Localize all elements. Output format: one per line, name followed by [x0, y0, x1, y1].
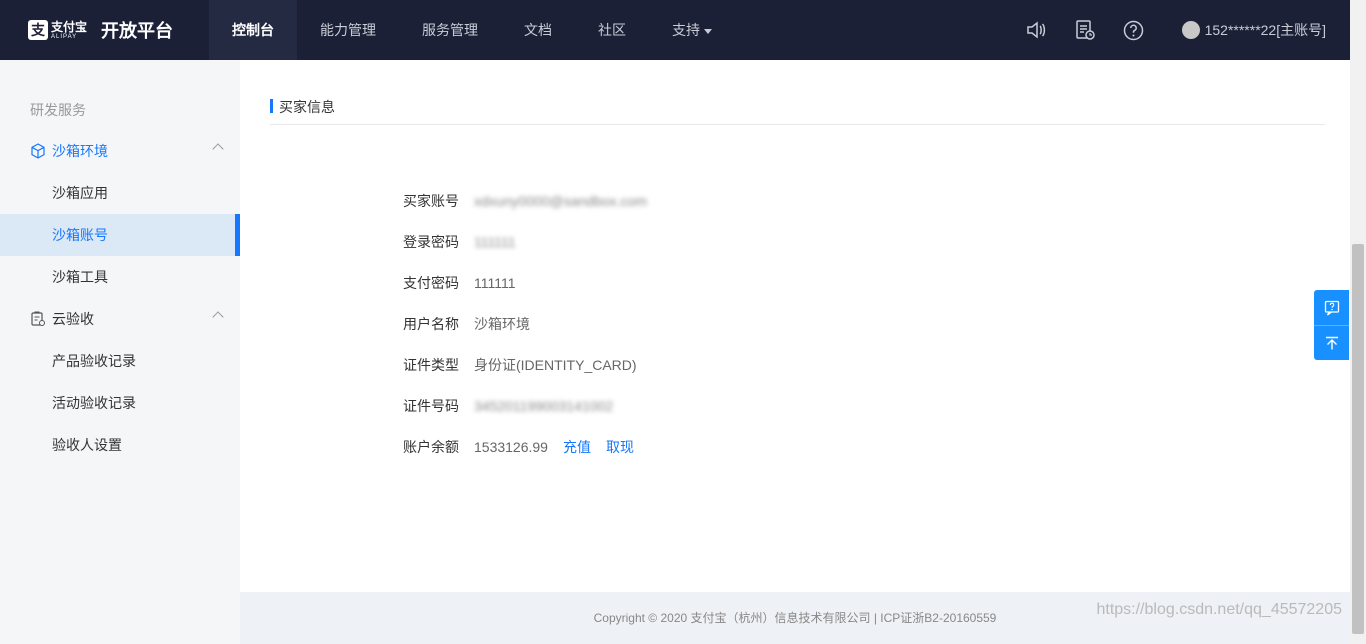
cube-icon [30, 143, 46, 159]
nav-service[interactable]: 服务管理 [399, 0, 501, 60]
feedback-button[interactable] [1314, 290, 1349, 325]
info-label: 证件类型 [403, 356, 459, 373]
info-row-pay-password: 支付密码 111111 [403, 262, 647, 303]
info-value: 身份证(IDENTITY_CARD) [474, 356, 637, 373]
info-value: 1533126.99 [474, 438, 548, 455]
chevron-up-icon [212, 143, 224, 155]
nav-console[interactable]: 控制台 [209, 0, 297, 60]
info-label: 买家账号 [403, 192, 459, 209]
main-content: 买家信息 买家账号 xdxuny0000@sandbox.com 登录密码 11… [240, 60, 1350, 592]
clipboard-icon [30, 311, 46, 327]
logo-en: ALIPAY [51, 33, 78, 40]
sidebar-section-title: 研发服务 [30, 102, 86, 118]
info-row-username: 用户名称 沙箱环境 [403, 303, 647, 344]
recharge-link[interactable]: 充值 [563, 437, 591, 457]
chevron-up-icon [212, 311, 224, 323]
scrollbar-thumb[interactable] [1352, 244, 1364, 634]
nav-support-label: 支持 [672, 22, 700, 38]
sidebar-group-label: 云验收 [52, 311, 94, 327]
sidebar-item-product-records[interactable]: 产品验收记录 [0, 340, 240, 382]
footer-copyright: Copyright © 2020 支付宝（杭州）信息技术有限公司 | ICP证浙… [593, 611, 997, 625]
info-row-balance: 账户余额 1533126.99 充值 取现 [403, 426, 647, 467]
question-chat-icon [1324, 300, 1339, 315]
logo-text: 支付宝 ALIPAY [51, 21, 87, 40]
nav-community[interactable]: 社区 [575, 0, 649, 60]
page-scrollbar[interactable] [1350, 0, 1366, 644]
nav-support[interactable]: 支持 [649, 0, 735, 60]
sidebar-item-acceptor-settings[interactable]: 验收人设置 [0, 424, 240, 466]
user-account: 152******22[主账号] [1204, 22, 1326, 38]
sidebar-group-sandbox[interactable]: 沙箱环境 [0, 130, 240, 172]
logo[interactable]: 支 支付宝 ALIPAY 开放平台 [0, 0, 209, 60]
floating-tools [1314, 290, 1349, 360]
info-value: 345201199003141002 [474, 397, 614, 414]
back-to-top-button[interactable] [1314, 325, 1349, 360]
info-value: 111111 [474, 274, 516, 291]
info-value: 111111 [474, 233, 516, 250]
arrow-top-icon [1325, 336, 1338, 350]
info-value: 沙箱环境 [474, 315, 530, 332]
platform-title: 开放平台 [101, 21, 174, 41]
nav-capability[interactable]: 能力管理 [297, 0, 399, 60]
sidebar-group-cloud-acceptance[interactable]: 云验收 [0, 298, 240, 340]
info-row-id-type: 证件类型 身份证(IDENTITY_CARD) [403, 344, 647, 385]
main-nav: 控制台 能力管理 服务管理 文档 社区 支持 [209, 0, 735, 60]
info-value: xdxuny0000@sandbox.com [474, 192, 647, 209]
nav-right: 152******22[主账号] [999, 0, 1326, 60]
sidebar-item-activity-records[interactable]: 活动验收记录 [0, 382, 240, 424]
info-row-login-password: 登录密码 111111 [403, 221, 647, 262]
help-icon[interactable] [1122, 18, 1146, 42]
speaker-icon[interactable] [1024, 18, 1048, 42]
logo-cn: 支付宝 [51, 19, 88, 34]
info-label: 账户余额 [403, 438, 459, 455]
info-label: 登录密码 [403, 233, 459, 250]
info-row-id-number: 证件号码 345201199003141002 [403, 385, 647, 426]
info-row-account: 买家账号 xdxuny0000@sandbox.com [403, 180, 647, 221]
alipay-logo-icon: 支 [28, 20, 48, 40]
info-label: 证件号码 [403, 397, 459, 414]
section-title: 买家信息 [270, 97, 1325, 125]
info-label: 用户名称 [403, 315, 459, 332]
withdraw-link[interactable]: 取现 [606, 437, 634, 457]
info-label: 支付密码 [403, 274, 459, 291]
document-clock-icon[interactable] [1073, 18, 1097, 42]
sidebar: 研发服务 沙箱环境 沙箱应用 沙箱账号 沙箱工具 云验收 产品验收记录 活动验收… [0, 60, 240, 644]
sidebar-item-sandbox-tools[interactable]: 沙箱工具 [0, 256, 240, 298]
user-menu[interactable]: 152******22[主账号] [1181, 20, 1326, 40]
sidebar-item-sandbox-app[interactable]: 沙箱应用 [0, 172, 240, 214]
watermark: https://blog.csdn.net/qq_45572205 [1096, 601, 1342, 618]
footer: Copyright © 2020 支付宝（杭州）信息技术有限公司 | ICP证浙… [240, 592, 1350, 644]
caret-down-icon [704, 28, 712, 34]
sidebar-item-sandbox-account[interactable]: 沙箱账号 [0, 214, 240, 256]
buyer-info-list: 买家账号 xdxuny0000@sandbox.com 登录密码 111111 … [403, 180, 647, 467]
nav-docs[interactable]: 文档 [501, 0, 575, 60]
top-navbar: 支 支付宝 ALIPAY 开放平台 控制台 能力管理 服务管理 文档 社区 支持… [0, 0, 1350, 60]
sidebar-group-label: 沙箱环境 [52, 143, 108, 159]
avatar [1181, 21, 1200, 39]
